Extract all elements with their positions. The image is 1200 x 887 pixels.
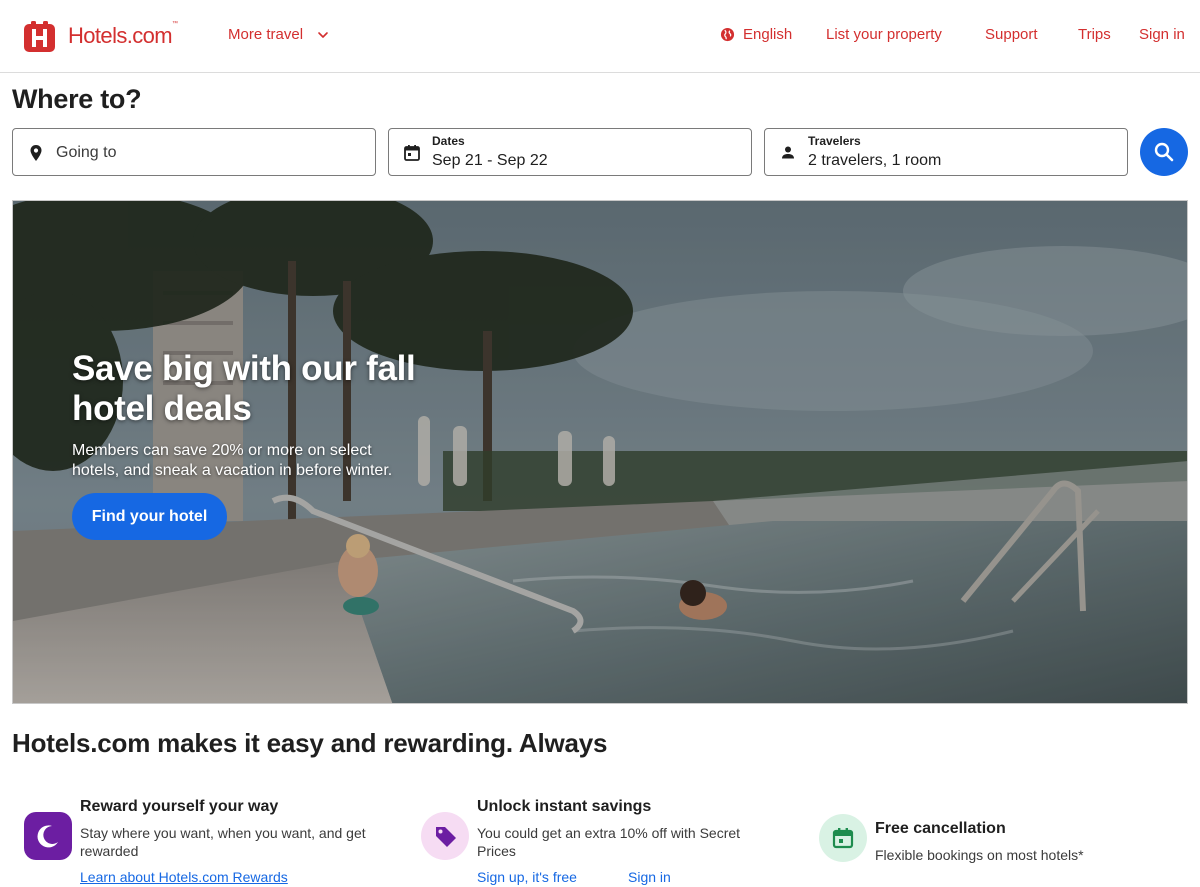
- section-title: Hotels.com makes it easy and rewarding. …: [12, 728, 608, 758]
- hotels-logo[interactable]: Hotels.com™: [24, 20, 178, 52]
- feature-sign-in-link[interactable]: Sign in: [628, 869, 671, 885]
- support-link[interactable]: Support: [985, 26, 1038, 43]
- destination-input[interactable]: Going to: [12, 128, 376, 176]
- search-button[interactable]: [1140, 128, 1188, 176]
- find-your-hotel-button[interactable]: Find your hotel: [72, 493, 227, 540]
- dates-field[interactable]: Dates Sep 21 - Sep 22: [388, 128, 752, 176]
- dates-value: Sep 21 - Sep 22: [432, 152, 548, 169]
- feature-description: Flexible bookings on most hotels*: [875, 847, 1084, 863]
- map-pin-icon: [30, 145, 42, 161]
- globe-icon: [720, 27, 735, 42]
- search-icon: [1154, 142, 1174, 162]
- dates-label: Dates: [432, 134, 465, 148]
- page-title: Where to?: [12, 84, 142, 114]
- feature-title: Unlock instant savings: [477, 798, 652, 815]
- chevron-down-icon: [318, 31, 328, 38]
- site-header: Hotels.com™ More travel English List you…: [0, 0, 1200, 73]
- language-label: English: [743, 26, 793, 43]
- sign-up-link[interactable]: Sign up, it's free: [477, 869, 577, 885]
- brand-name: Hotels.com™: [68, 21, 178, 48]
- calendar-icon: [404, 145, 420, 161]
- hero-title: Save big with our fall hotel deals: [72, 349, 416, 428]
- language-selector[interactable]: English: [720, 26, 792, 43]
- destination-placeholder: Going to: [56, 144, 117, 161]
- moon-icon: [24, 812, 72, 860]
- learn-rewards-link[interactable]: Learn about Hotels.com Rewards: [80, 869, 288, 885]
- hotels-logo-icon: [24, 20, 55, 52]
- trips-link[interactable]: Trips: [1078, 26, 1111, 43]
- more-travel-menu[interactable]: More travel: [228, 26, 329, 43]
- feature-title: Reward yourself your way: [80, 798, 279, 815]
- person-icon: [782, 146, 794, 159]
- hero-banner: Save big with our fall hotel deals Membe…: [12, 200, 1188, 704]
- calendar-check-icon: [819, 814, 867, 862]
- more-travel-label: More travel: [228, 26, 304, 43]
- tag-icon: [421, 812, 469, 860]
- travelers-field[interactable]: Travelers 2 travelers, 1 room: [764, 128, 1128, 176]
- feature-description: You could get an extra 10% off with Secr…: [477, 825, 741, 859]
- feature-description: Stay where you want, when you want, and …: [80, 825, 366, 859]
- feature-title: Free cancellation: [875, 820, 1006, 837]
- travelers-value: 2 travelers, 1 room: [808, 152, 942, 169]
- list-property-link[interactable]: List your property: [826, 26, 942, 43]
- trademark-mark: ™: [172, 21, 178, 27]
- sign-in-link[interactable]: Sign in: [1139, 26, 1185, 43]
- travelers-label: Travelers: [808, 134, 861, 148]
- hero-subtitle: Members can save 20% or more on select h…: [72, 442, 393, 479]
